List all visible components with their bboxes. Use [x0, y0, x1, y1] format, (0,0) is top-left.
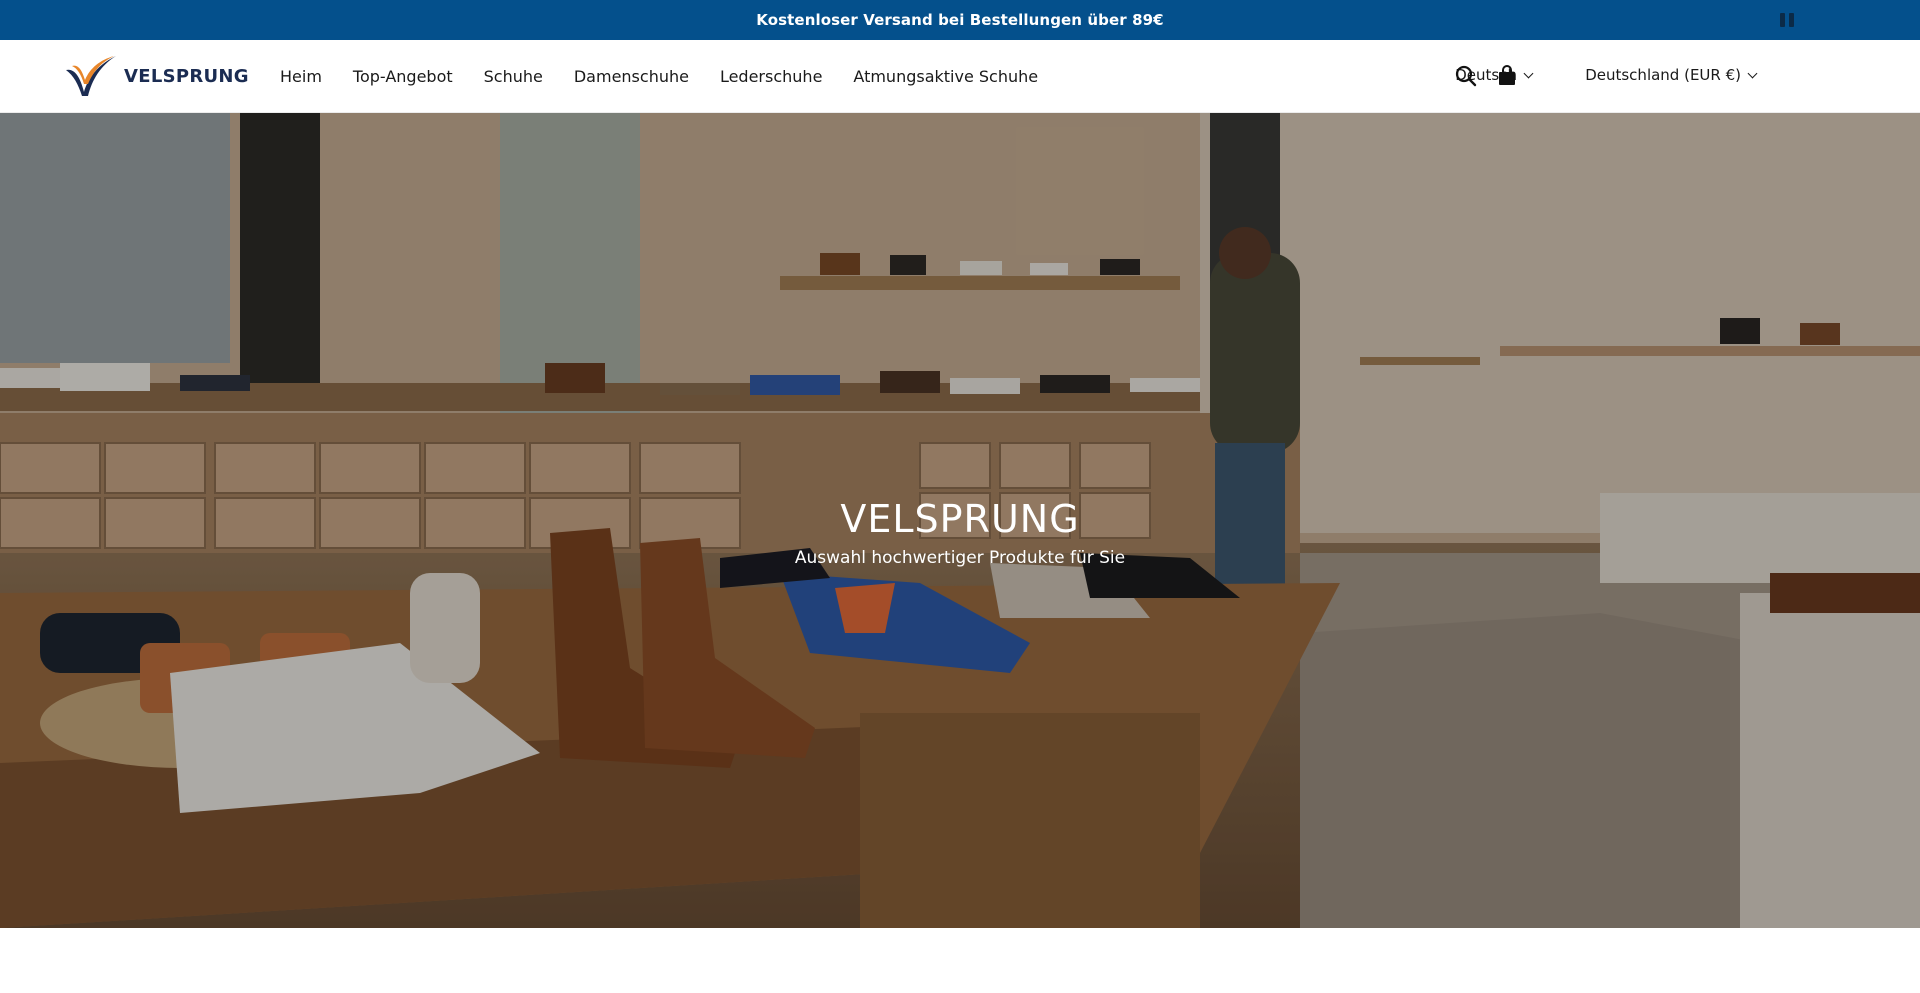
main-nav: Heim Top-Angebot Schuhe Damenschuhe Lede… [280, 40, 1069, 113]
nav-item-lederschuhe[interactable]: Lederschuhe [720, 67, 822, 86]
hero-content: VELSPRUNG Auswahl hochwertiger Produkte … [0, 496, 1920, 568]
hero-title: VELSPRUNG [840, 497, 1080, 541]
nav-item-heim[interactable]: Heim [280, 67, 322, 86]
nav-item-top-angebot[interactable]: Top-Angebot [353, 67, 453, 86]
site-header: VELSPRUNG Heim Top-Angebot Schuhe Damens… [0, 40, 1920, 113]
chevron-down-icon [1747, 68, 1758, 78]
pause-bar-right [1789, 13, 1794, 27]
country-value: Deutschland (EUR €) [1585, 66, 1741, 84]
shopping-bag-icon [1499, 65, 1515, 85]
hero-banner: VELSPRUNG Auswahl hochwertiger Produkte … [0, 113, 1920, 928]
nav-item-schuhe[interactable]: Schuhe [484, 67, 543, 86]
chevron-down-icon [1523, 68, 1534, 78]
country-selector[interactable]: Deutschland (EUR €) [1585, 66, 1758, 84]
site-logo[interactable]: VELSPRUNG [64, 54, 249, 98]
nav-item-damenschuhe[interactable]: Damenschuhe [574, 67, 689, 86]
cart-button[interactable] [1495, 64, 1519, 88]
search-button[interactable] [1454, 64, 1478, 88]
announcement-bar: Kostenloser Versand bei Bestellungen übe… [0, 0, 1920, 40]
hero-subtitle: Auswahl hochwertiger Produkte für Sie [794, 548, 1126, 568]
logo-text: VELSPRUNG [124, 65, 249, 87]
pause-bar-left [1780, 13, 1785, 27]
search-icon [1455, 65, 1477, 87]
logo-mark-icon [66, 56, 116, 96]
announcement-text: Kostenloser Versand bei Bestellungen übe… [756, 11, 1164, 29]
content-below-hero [0, 928, 1920, 993]
nav-item-atmungsaktive-schuhe[interactable]: Atmungsaktive Schuhe [853, 67, 1038, 86]
pause-icon[interactable] [1778, 12, 1796, 28]
